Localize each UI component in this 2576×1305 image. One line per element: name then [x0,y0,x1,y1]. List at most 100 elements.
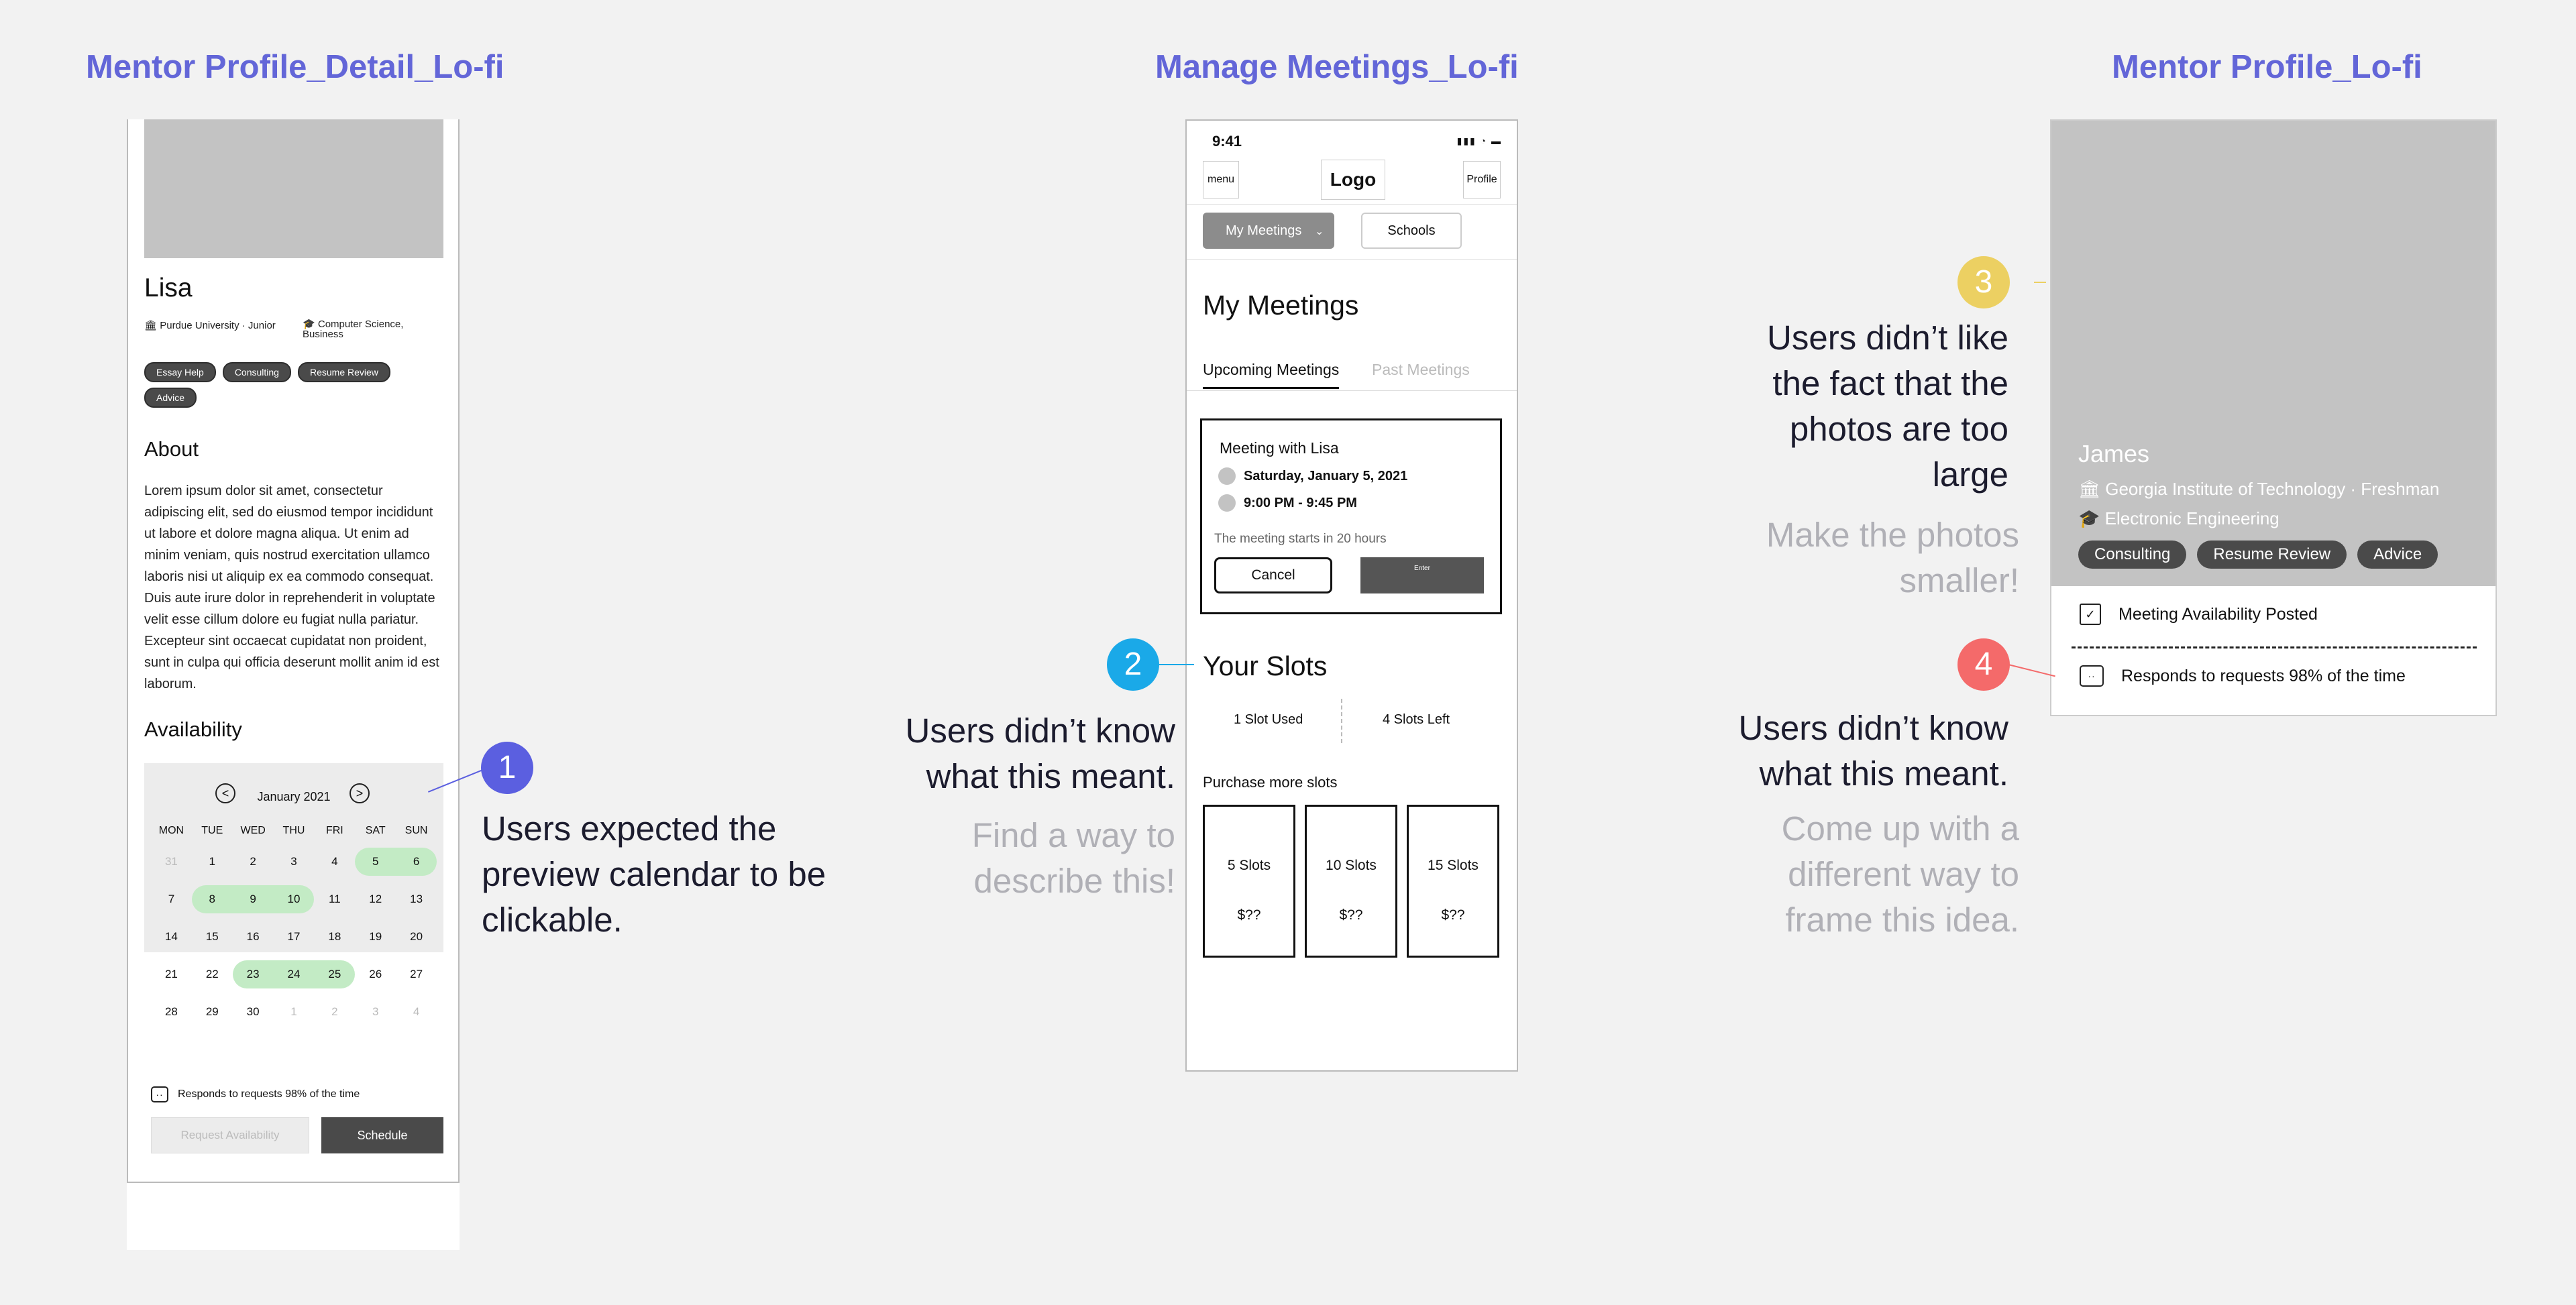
mentor-school: 🏛 Georgia Institute of Technology · Fres… [2078,479,2440,499]
frame-title-meetings: Manage Meetings_Lo-fi [1155,49,1519,85]
chevron-down-icon: ⌄ [1314,226,1324,237]
purchase-title: Purchase more slots [1203,774,1338,791]
weekday: SAT [365,825,386,836]
weekday: SUN [405,825,428,836]
annotation-badge-1: 1 [481,742,533,794]
mentor-major: 🎓 Electronic Engineering [2078,508,2279,528]
profile-button[interactable]: Profile [1463,161,1501,198]
calendar-day: 27 [410,968,423,980]
annotation-suggestion-2: Find a way to describe this! [971,816,1175,900]
availability-calendar[interactable]: < January 2021 > MON TUE WED THU FRI SAT… [144,763,443,1018]
response-rate-text: Responds to requests 98% of the time [2121,666,2406,685]
calendar-day-available: 25 [314,960,356,988]
cancel-button[interactable]: Cancel [1214,557,1332,593]
mentor-major: 🎓 Computer Science, Business [303,319,404,340]
tag[interactable]: Resume Review [2197,541,2347,569]
mentor-tags: Essay Help Consulting Resume Review Advi… [144,362,443,408]
frame-title-profile: Mentor Profile_Lo-fi [2112,49,2422,85]
mentor-detail-frame: Lisa 🏛 Purdue University · Junior 🎓 Comp… [127,119,460,1183]
meeting-date: Saturday, January 5, 2021 [1218,467,1407,485]
next-month-button[interactable]: > [350,783,370,803]
weekday: WED [240,825,266,836]
menu-button[interactable]: menu [1203,161,1239,198]
tag[interactable]: Consulting [2078,541,2187,569]
mentor-name: James [2078,440,2150,467]
manage-meetings-frame: 9:41 ▮▮▮ ◔ ▬ menu Logo Profile My Meetin… [1185,119,1518,1072]
schools-button[interactable]: Schools [1361,213,1462,249]
calendar-day: 26 [369,968,382,980]
tab-upcoming-meetings[interactable]: Upcoming Meetings [1203,361,1340,389]
clock-icon [1218,494,1236,512]
calendar-day: 28 [164,1005,178,1018]
calendar-day: 3 [290,855,297,868]
calendar-day: 11 [329,893,341,905]
tag[interactable]: Advice [144,388,197,408]
mentor-tags: Consulting Resume Review Advice [2078,541,2438,569]
tag[interactable]: Consulting [222,362,291,382]
annotation-note-1: Users expected the preview calendar to b… [482,809,826,939]
annotation-note-2: Users didn’t know what this meant. [905,712,1176,795]
slot-package[interactable]: 5 Slots $?? [1203,805,1295,958]
package-price: $?? [1237,907,1261,923]
calendar-month: January 2021 [257,790,331,803]
calendar-day-available: 5 [355,848,396,876]
calendar-day: 1 [290,1005,297,1018]
schedule-button[interactable]: Schedule [321,1117,443,1153]
availability-heading: Availability [144,718,242,741]
chat-icon: ·· [151,1086,168,1102]
mentor-name: Lisa [144,274,193,302]
annotation-suggestion-3: Make the photos smaller! [1766,516,2019,600]
calendar-day: 29 [205,1005,219,1018]
tag[interactable]: Essay Help [144,362,216,382]
calendar-day: 13 [410,893,423,905]
calendar-day: 1 [209,855,215,868]
calendar-day-available: 6 [396,848,437,876]
request-availability-button[interactable]: Request Availability [151,1117,309,1153]
mentor-profile-frame: James 🏛 Georgia Institute of Technology … [2050,119,2497,716]
status-time: 9:41 [1212,133,1242,150]
tag[interactable]: Resume Review [297,362,390,382]
divider [1187,390,1517,391]
calendar-day: 16 [246,930,260,943]
package-price: $?? [1339,907,1363,923]
school-icon: 🏛 [144,320,160,331]
slot-package[interactable]: 15 Slots $?? [1407,805,1499,958]
my-meetings-dropdown[interactable]: My Meetings ⌄ [1203,213,1334,249]
tab-past-meetings[interactable]: Past Meetings [1372,361,1470,379]
calendar-day: 12 [369,893,382,905]
calendar-day: 19 [369,930,382,943]
package-price: $?? [1441,907,1465,923]
school-icon: 🏛 [2078,479,2106,499]
calendar-icon [1218,467,1236,485]
slots-left: 4 Slots Left [1383,712,1450,727]
meeting-countdown: The meeting starts in 20 hours [1214,532,1387,546]
calendar-day-available: 9 [232,885,274,913]
divider [2072,646,2477,648]
weekday: FRI [325,825,343,836]
slot-package[interactable]: 10 Slots $?? [1305,805,1397,958]
slots-used: 1 Slot Used [1234,712,1303,727]
annotation-badge-4: 4 [1957,638,2010,691]
calendar-day: 3 [372,1005,379,1018]
your-slots-title: Your Slots [1203,650,1328,681]
calendar-day: 18 [328,930,341,943]
package-name: 10 Slots [1326,858,1377,873]
calendar-day: 4 [413,1005,420,1018]
calendar-day-available: 24 [273,960,315,988]
graduation-cap-icon: 🎓 [2078,508,2105,528]
package-name: 5 Slots [1227,858,1271,873]
annotation-connector [2034,282,2046,283]
package-name: 15 Slots [1428,858,1479,873]
page-title: My Meetings [1203,290,1359,321]
calendar-day: 14 [164,930,178,943]
enter-button[interactable]: Enter [1360,557,1484,593]
calendar-day-available: 10 [273,885,315,913]
annotation-badge-3: 3 [1957,256,2010,308]
annotation-badge-2: 2 [1107,638,1159,691]
divider [1341,699,1342,743]
calendar-day: 20 [410,930,423,943]
tag[interactable]: Advice [2357,541,2438,569]
weekday: TUE [201,825,223,836]
logo[interactable]: Logo [1321,160,1385,200]
calendar-day: 7 [168,893,175,905]
